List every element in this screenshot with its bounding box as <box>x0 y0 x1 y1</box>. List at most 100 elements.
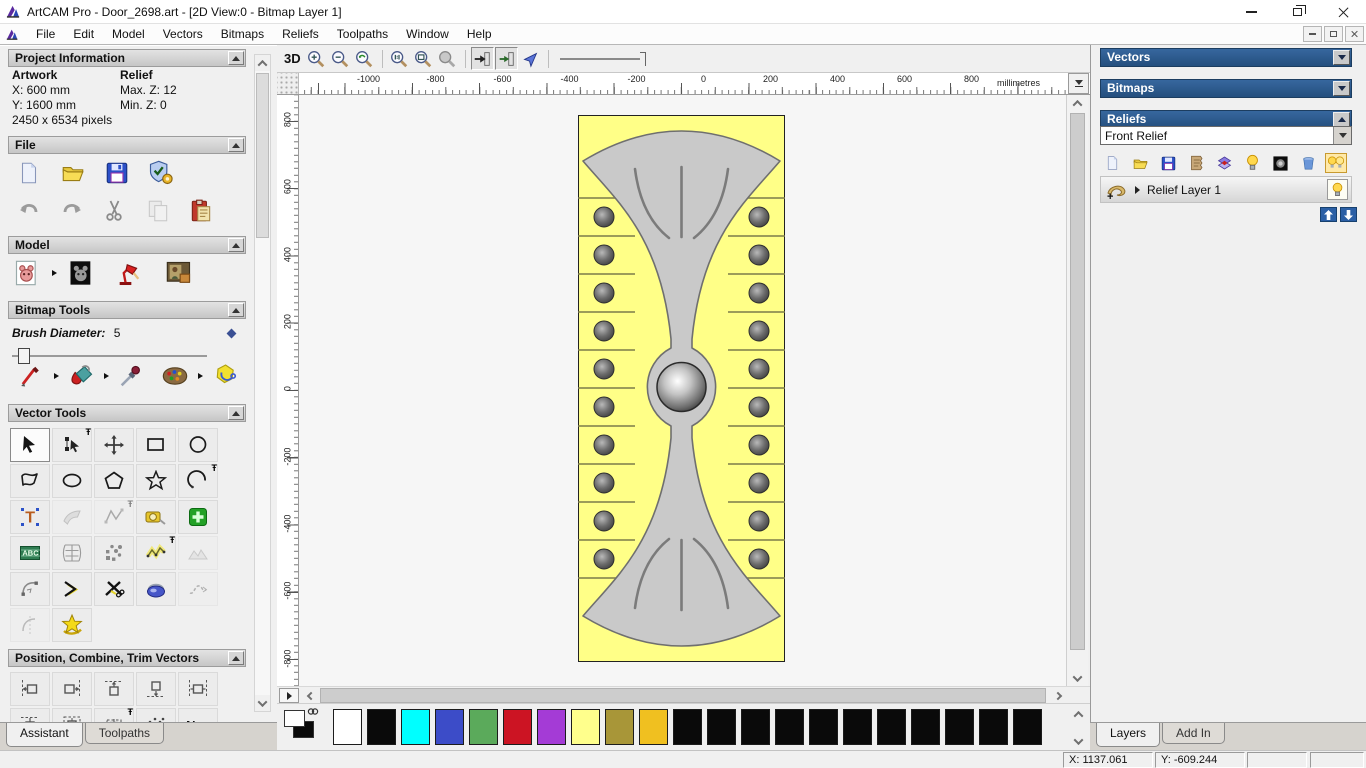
nesting-tool[interactable]: Nes <box>178 708 218 723</box>
save-relief-icon[interactable] <box>1157 153 1179 173</box>
zoom-previous-icon[interactable] <box>353 47 376 70</box>
primary-secondary-colours[interactable] <box>284 708 320 744</box>
free-relief-tool[interactable] <box>178 536 218 570</box>
vertical-scrollbar[interactable] <box>1066 95 1088 686</box>
units-dropdown-button[interactable] <box>1068 73 1089 94</box>
colour-swatch[interactable] <box>333 709 362 745</box>
measure-tool[interactable] <box>136 500 176 534</box>
scroll-thumb[interactable] <box>320 688 1046 703</box>
render-lamp-icon[interactable] <box>112 258 146 288</box>
mdi-restore-button[interactable] <box>1324 26 1343 42</box>
load-image-icon[interactable] <box>162 258 196 288</box>
colour-swatch[interactable] <box>469 709 498 745</box>
scroll-thumb[interactable] <box>1070 113 1085 650</box>
restore-button[interactable] <box>1274 0 1320 24</box>
flood-fill-icon[interactable] <box>64 361 98 391</box>
create-star-tool[interactable] <box>136 464 176 498</box>
tab-addin[interactable]: Add In <box>1162 723 1225 744</box>
colour-picker-icon[interactable] <box>114 361 148 391</box>
expand-layer-icon[interactable] <box>1135 185 1140 194</box>
colour-swatch[interactable] <box>605 709 634 745</box>
collapse-button[interactable] <box>1333 112 1350 127</box>
layer-visibility-button[interactable] <box>1327 179 1348 200</box>
invert-relief-icon[interactable] <box>64 258 98 288</box>
collapse-button[interactable] <box>228 406 244 420</box>
close-button[interactable] <box>1320 0 1366 24</box>
envelope-tool[interactable] <box>52 608 92 642</box>
palette-icon[interactable] <box>158 361 192 391</box>
paste-along-curve-tool[interactable] <box>94 536 134 570</box>
colour-swatch[interactable] <box>639 709 668 745</box>
menu-item[interactable]: Bitmaps <box>212 25 273 43</box>
menu-item[interactable]: Reliefs <box>273 25 328 43</box>
create-arc-tool[interactable]: Ŧ <box>178 463 218 498</box>
toggle-visibility-icon[interactable] <box>1241 153 1263 173</box>
scroll-down-button[interactable] <box>1069 670 1086 686</box>
create-circle-tool[interactable] <box>178 428 218 462</box>
undo-icon[interactable] <box>12 196 46 226</box>
zoom-in-icon[interactable] <box>305 47 328 70</box>
trim-vectors-tool[interactable] <box>94 572 134 606</box>
menu-item[interactable]: Window <box>397 25 458 43</box>
collapse-button[interactable] <box>228 651 244 665</box>
primary-colour[interactable] <box>284 710 305 727</box>
notes-icon[interactable] <box>184 196 218 226</box>
create-polygon-tool[interactable] <box>94 464 134 498</box>
create-polyline-tool[interactable]: Ŧ <box>94 499 134 534</box>
colour-swatch[interactable] <box>843 709 872 745</box>
flyout-arrow-icon[interactable] <box>52 373 60 379</box>
zoom-object-icon[interactable] <box>436 47 459 70</box>
show-all-layers-icon[interactable] <box>1325 153 1347 173</box>
flyout-arrow-icon[interactable] <box>196 373 204 379</box>
save-model-icon[interactable] <box>100 158 134 188</box>
section-profile-tool[interactable] <box>10 608 50 642</box>
collapse-button[interactable] <box>228 238 244 252</box>
dropdown-arrow-icon[interactable] <box>1333 127 1351 144</box>
preview-cursor-icon[interactable] <box>519 47 542 70</box>
center-vertical-icon[interactable] <box>10 708 50 723</box>
colour-swatch[interactable] <box>741 709 770 745</box>
colour-swatch[interactable] <box>401 709 430 745</box>
open-relief-icon[interactable] <box>1129 153 1151 173</box>
relief-layer-name[interactable]: Relief Layer 1 <box>1147 183 1221 197</box>
toggle-bitmap-visibility-icon[interactable] <box>470 47 494 70</box>
menu-item[interactable]: Toolpaths <box>328 25 397 43</box>
fit-curve-tool[interactable]: Ŧ <box>136 535 176 570</box>
colour-swatch[interactable] <box>367 709 396 745</box>
mdi-minimize-button[interactable] <box>1303 26 1322 42</box>
palette-scroll-down[interactable] <box>1073 735 1083 746</box>
colour-swatch[interactable] <box>503 709 532 745</box>
scroll-up-button[interactable] <box>255 55 270 71</box>
wrap-text-tool[interactable] <box>52 500 92 534</box>
colour-swatch[interactable] <box>435 709 464 745</box>
collapse-button[interactable] <box>228 51 244 65</box>
align-middle-icon[interactable]: Ŧ <box>94 707 134 723</box>
align-left-icon[interactable] <box>10 672 50 706</box>
view-3d-button[interactable]: 3D <box>284 51 301 66</box>
horizontal-scrollbar[interactable] <box>277 686 1090 703</box>
text-on-curve-tool[interactable]: ABC <box>10 536 50 570</box>
colour-swatch[interactable] <box>571 709 600 745</box>
transform-vectors-tool[interactable] <box>94 428 134 462</box>
move-layer-down-button[interactable] <box>1340 207 1357 222</box>
paint-brush-icon[interactable] <box>14 361 48 391</box>
new-model-icon[interactable] <box>12 158 46 188</box>
assistant-scrollbar[interactable] <box>254 54 271 712</box>
create-ellipse-tool[interactable] <box>52 464 92 498</box>
zoom-1to1-icon[interactable] <box>388 47 411 70</box>
relief-layer-row[interactable]: + Relief Layer 1 <box>1100 176 1352 203</box>
mdi-close-button[interactable] <box>1345 26 1364 42</box>
open-model-icon[interactable] <box>56 158 90 188</box>
move-layer-up-button[interactable] <box>1320 207 1337 222</box>
colour-swatch[interactable] <box>537 709 566 745</box>
bitmap-doctor-icon[interactable] <box>208 361 242 391</box>
greyscale-preview-icon[interactable] <box>1269 153 1291 173</box>
colour-swatch[interactable] <box>945 709 974 745</box>
tab-toolpaths[interactable]: Toolpaths <box>84 723 165 744</box>
colour-swatch[interactable] <box>673 709 702 745</box>
relief-from-image-icon[interactable] <box>10 258 44 288</box>
canvas-2d-view[interactable] <box>299 95 1066 686</box>
scroll-left-button[interactable] <box>302 688 319 703</box>
create-weave-tool[interactable] <box>136 572 176 606</box>
scatter-copies-icon[interactable] <box>136 708 176 723</box>
